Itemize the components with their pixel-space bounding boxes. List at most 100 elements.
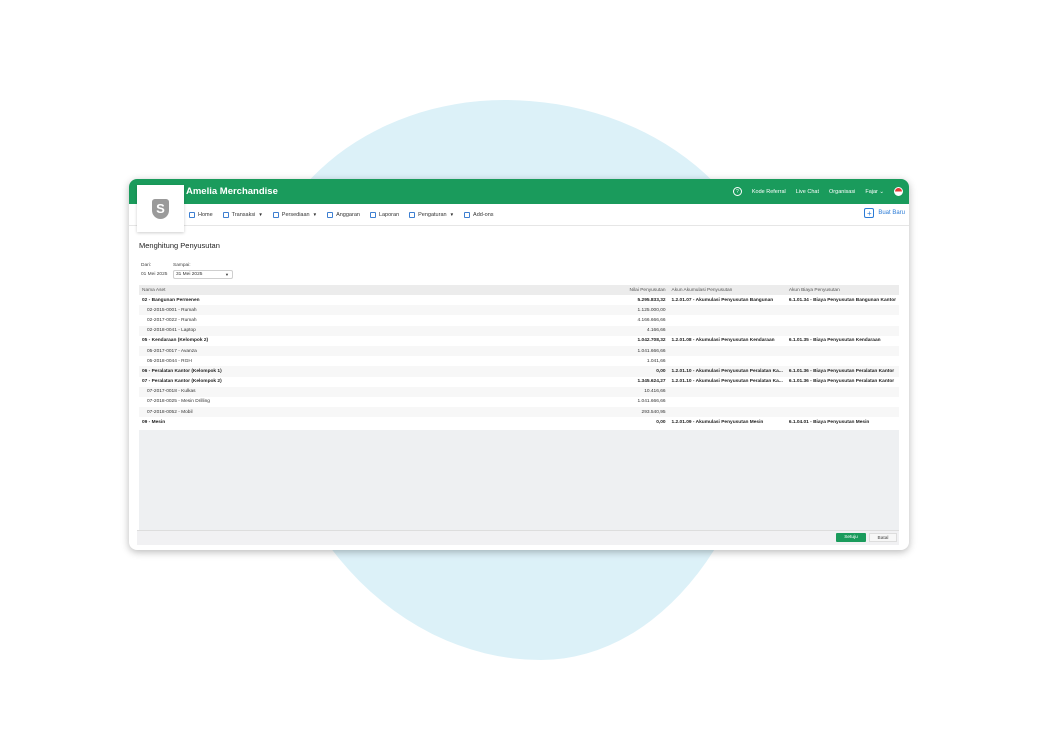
organisasi-link[interactable]: Organisasi bbox=[829, 189, 855, 195]
expense-account-cell bbox=[785, 305, 899, 316]
buat-baru-button[interactable]: + Buat Baru bbox=[864, 208, 905, 218]
accumulation-account-cell bbox=[668, 386, 786, 397]
asset-name-cell: 09 - Mesin bbox=[142, 419, 166, 425]
table-row[interactable]: 05 - Kendaraan (Kelompok 2) 1.042.708,32 1… bbox=[139, 336, 899, 346]
table-header: Nama Aset Nilai Penyusutan Akun Akumulas… bbox=[139, 285, 899, 295]
accumulation-account-cell bbox=[669, 397, 786, 407]
accumulation-account-cell bbox=[668, 345, 786, 357]
to-date-select[interactable]: 31 Mei 2025 ▼ bbox=[173, 270, 233, 279]
live-chat-link[interactable]: Live Chat bbox=[796, 189, 819, 195]
batal-button[interactable]: Batal bbox=[869, 533, 897, 542]
table-row[interactable]: 02 - Bangunan Permenen 5.295.833,32 1.2.01… bbox=[139, 295, 899, 305]
app-window: Amelia Merchandise ? Kode Referral Live … bbox=[129, 179, 909, 550]
expense-account-cell bbox=[785, 325, 899, 336]
table-row[interactable]: 05-2017-0017 - Avanza 1.041.666,66 bbox=[139, 345, 899, 357]
depreciation-panel: Menghitung Penyusutan Dari: 01 Mei 2025 … bbox=[137, 233, 899, 530]
expense-account-cell: 6.1.01.36 - Biaya Penyusutan Peralatan K… bbox=[788, 379, 895, 385]
table-row[interactable]: 07-2018-0052 - Mobil 293.540,95 bbox=[139, 407, 899, 418]
laporan-icon bbox=[369, 211, 376, 218]
menu-item-pengaturan[interactable]: Pengaturan ▼ bbox=[409, 211, 454, 218]
action-footer: Setuju Batal bbox=[137, 530, 899, 545]
accumulation-account-cell: 1.2.01.10 - Akumulasi Penyusutan Peralat… bbox=[671, 379, 783, 385]
company-logo[interactable]: S bbox=[137, 185, 184, 232]
accumulation-account-cell bbox=[669, 315, 786, 325]
expense-account-cell: 6.1.01.34 - Biaya Penyusutan Bangunan Ka… bbox=[788, 297, 896, 303]
table-row[interactable]: 02-2018-0041 - Laptop 4.166,66 bbox=[139, 325, 899, 336]
menu-label: Persediaan bbox=[281, 211, 310, 218]
persediaan-icon bbox=[272, 211, 279, 218]
asset-name-cell: 02-2015-0001 - Rumah bbox=[139, 305, 514, 316]
transaksi-icon bbox=[222, 211, 229, 218]
accumulation-account-cell bbox=[668, 407, 786, 418]
depreciation-value-cell: 1.041,66 bbox=[646, 358, 666, 364]
main-menu: Home Transaksi ▼ Persediaan ▼ Anggaran L… bbox=[189, 204, 494, 225]
buat-baru-label: Buat Baru bbox=[878, 210, 905, 216]
user-menu[interactable]: Fajar ⌄ bbox=[865, 189, 884, 195]
table-row[interactable]: 06 - Peralatan Kantor (Kelompok 1) 0,00 1.… bbox=[139, 366, 899, 377]
asset-name-cell: 02-2017-0022 - Rumah bbox=[147, 317, 197, 323]
help-icon[interactable]: ? bbox=[732, 187, 742, 196]
to-label: Sampai: bbox=[173, 263, 191, 268]
plus-icon: + bbox=[864, 208, 875, 218]
table-row[interactable]: 02-2017-0022 - Rumah 4.166.666,66 bbox=[139, 315, 899, 325]
accumulation-account-cell: 1.2.01.10 - Akumulasi Penyusutan Peralat… bbox=[668, 366, 786, 377]
table-row[interactable]: 07-2018-0025 - Mesin Drilling 1.041.666,6… bbox=[139, 397, 899, 407]
menu-item-transaksi[interactable]: Transaksi ▼ bbox=[222, 211, 263, 218]
page-title: Menghitung Penyusutan bbox=[139, 241, 220, 250]
shield-logo-icon: S bbox=[152, 198, 169, 219]
depreciation-value-cell: 1.041.666,66 bbox=[513, 345, 669, 357]
depreciation-value-cell: 1.345.624,27 bbox=[637, 379, 666, 385]
kode-referral-link[interactable]: Kode Referral bbox=[752, 189, 786, 195]
col-nilai-penyusutan: Nilai Penyusutan bbox=[513, 285, 669, 295]
top-bar: Amelia Merchandise ? Kode Referral Live … bbox=[129, 179, 909, 204]
addons-icon bbox=[464, 211, 471, 218]
expense-account-cell bbox=[785, 386, 899, 397]
depreciation-value-cell: 0,00 bbox=[656, 419, 666, 425]
asset-name-cell: 07 - Peralatan Kantor (Kelompok 2) bbox=[142, 379, 222, 385]
depreciation-value-cell: 4.166,66 bbox=[513, 325, 669, 336]
flag-icon[interactable] bbox=[894, 187, 903, 196]
expense-account-cell: 6.1.01.36 - Biaya Penyusutan Peralatan K… bbox=[785, 366, 899, 377]
col-akun-akumulasi: Akun Akumulasi Penyusutan bbox=[668, 285, 786, 295]
table-row[interactable]: 07 - Peralatan Kantor (Kelompok 2) 1.345.… bbox=[139, 377, 899, 387]
menu-label: Anggaran bbox=[336, 211, 360, 218]
menu-bar: Home Transaksi ▼ Persediaan ▼ Anggaran L… bbox=[129, 204, 909, 226]
menu-item-persediaan[interactable]: Persediaan ▼ bbox=[272, 211, 317, 218]
accumulation-account-cell: 1.2.01.08 - Akumulasi Penyusutan Kendara… bbox=[671, 338, 775, 344]
table-row[interactable]: 05-2018-0044 - RGH 1.041,66 bbox=[139, 356, 899, 366]
table-row[interactable]: 09 - Mesin 0,00 1.2.01.09 - Akumulasi Peny… bbox=[139, 417, 899, 427]
menu-item-laporan[interactable]: Laporan bbox=[369, 211, 399, 218]
asset-name-cell: 05-2017-0017 - Avanza bbox=[139, 345, 514, 357]
menu-item-addons[interactable]: Add-ons bbox=[464, 211, 494, 218]
accumulation-account-cell: 1.2.01.09 - Akumulasi Penyusutan Mesin bbox=[671, 419, 764, 425]
col-akun-biaya: Akun Biaya Penyusutan bbox=[785, 285, 899, 295]
home-icon bbox=[189, 211, 195, 218]
anggaran-icon bbox=[327, 211, 334, 218]
asset-name-cell: 07-2018-0052 - Mobil bbox=[139, 407, 514, 418]
accumulation-account-cell: 1.2.01.07 - Akumulasi Penyusutan Banguna… bbox=[671, 297, 774, 303]
table-row[interactable]: 07-2017-0018 - Kulkas 10.416,66 bbox=[139, 386, 899, 397]
expense-account-cell bbox=[786, 356, 899, 366]
table-row[interactable]: 02-2015-0001 - Rumah 1.125.000,00 bbox=[139, 305, 899, 316]
accumulation-account-cell bbox=[669, 356, 786, 366]
depreciation-value-cell: 293.540,95 bbox=[513, 407, 669, 418]
depreciation-table: Nama Aset Nilai Penyusutan Akun Akumulas… bbox=[139, 285, 899, 427]
asset-name-cell: 05-2018-0044 - RGH bbox=[147, 358, 192, 364]
expense-account-cell bbox=[786, 315, 899, 325]
expense-account-cell: 6.1.01.35 - Biaya Penyusutan Kendaraan bbox=[788, 338, 881, 344]
accumulation-account-cell bbox=[668, 305, 786, 316]
col-nama-aset: Nama Aset bbox=[139, 285, 514, 295]
asset-name-cell: 02 - Bangunan Permenen bbox=[142, 297, 200, 303]
depreciation-value-cell: 4.166.666,66 bbox=[637, 317, 666, 323]
menu-item-anggaran[interactable]: Anggaran bbox=[327, 211, 360, 218]
asset-name-cell: 06 - Peralatan Kantor (Kelompok 1) bbox=[139, 366, 514, 377]
asset-name-cell: 05 - Kendaraan (Kelompok 2) bbox=[142, 338, 209, 344]
menu-item-home[interactable]: Home bbox=[189, 211, 213, 218]
menu-label: Transaksi bbox=[231, 211, 256, 218]
user-name: Fajar bbox=[865, 188, 878, 195]
expense-account-cell bbox=[785, 345, 899, 357]
table-empty-area bbox=[139, 430, 899, 530]
depreciation-value-cell: 1.041.666,66 bbox=[637, 399, 666, 405]
setuju-button[interactable]: Setuju bbox=[836, 533, 866, 542]
from-date-value[interactable]: 01 Mei 2025 bbox=[141, 272, 167, 277]
